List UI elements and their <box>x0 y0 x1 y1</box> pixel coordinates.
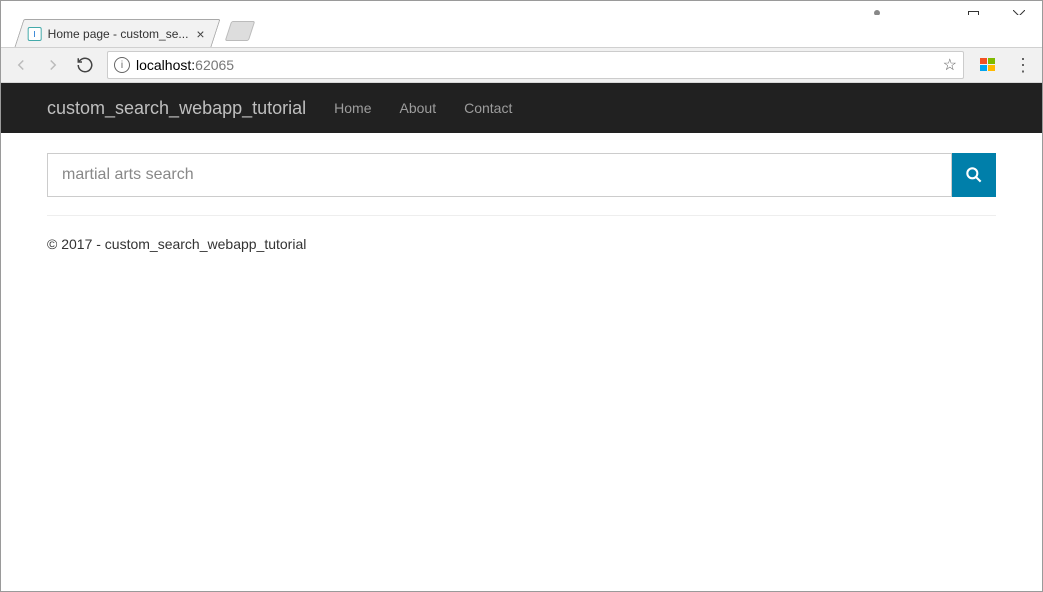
tab-close-icon[interactable]: × <box>195 26 207 42</box>
search-input[interactable] <box>47 153 952 197</box>
search-row <box>47 153 996 197</box>
back-button[interactable] <box>7 51 35 79</box>
tab-strip: I Home page - custom_se... × <box>1 15 1042 47</box>
nav-link-about[interactable]: About <box>400 100 437 116</box>
bookmark-star-icon[interactable]: ☆ <box>943 55 957 75</box>
site-info-icon[interactable]: i <box>114 57 130 73</box>
browser-menu-icon[interactable]: ⋮ <box>1008 51 1036 79</box>
divider <box>47 215 996 216</box>
page-viewport: custom_search_webapp_tutorial Home About… <box>1 83 1042 591</box>
url-text: localhost:62065 <box>136 57 234 73</box>
tab-title: Home page - custom_se... <box>48 27 189 41</box>
browser-tab[interactable]: I Home page - custom_se... × <box>14 19 220 47</box>
page-content: © 2017 - custom_search_webapp_tutorial <box>1 133 1042 252</box>
reload-button[interactable] <box>71 51 99 79</box>
navbar-brand[interactable]: custom_search_webapp_tutorial <box>47 98 306 119</box>
app-navbar: custom_search_webapp_tutorial Home About… <box>1 83 1042 133</box>
new-tab-button[interactable] <box>225 21 255 41</box>
search-icon <box>964 165 984 185</box>
forward-button[interactable] <box>39 51 67 79</box>
address-bar[interactable]: i localhost:62065 ☆ <box>107 51 964 79</box>
nav-link-home[interactable]: Home <box>334 100 371 116</box>
windows-icon[interactable] <box>980 57 996 73</box>
browser-toolbar: i localhost:62065 ☆ ⋮ <box>1 47 1042 83</box>
browser-window: I Home page - custom_se... × i localhost… <box>0 0 1043 592</box>
nav-link-contact[interactable]: Contact <box>464 100 512 116</box>
favicon-icon: I <box>28 27 42 41</box>
footer-text: © 2017 - custom_search_webapp_tutorial <box>47 236 996 252</box>
search-button[interactable] <box>952 153 996 197</box>
